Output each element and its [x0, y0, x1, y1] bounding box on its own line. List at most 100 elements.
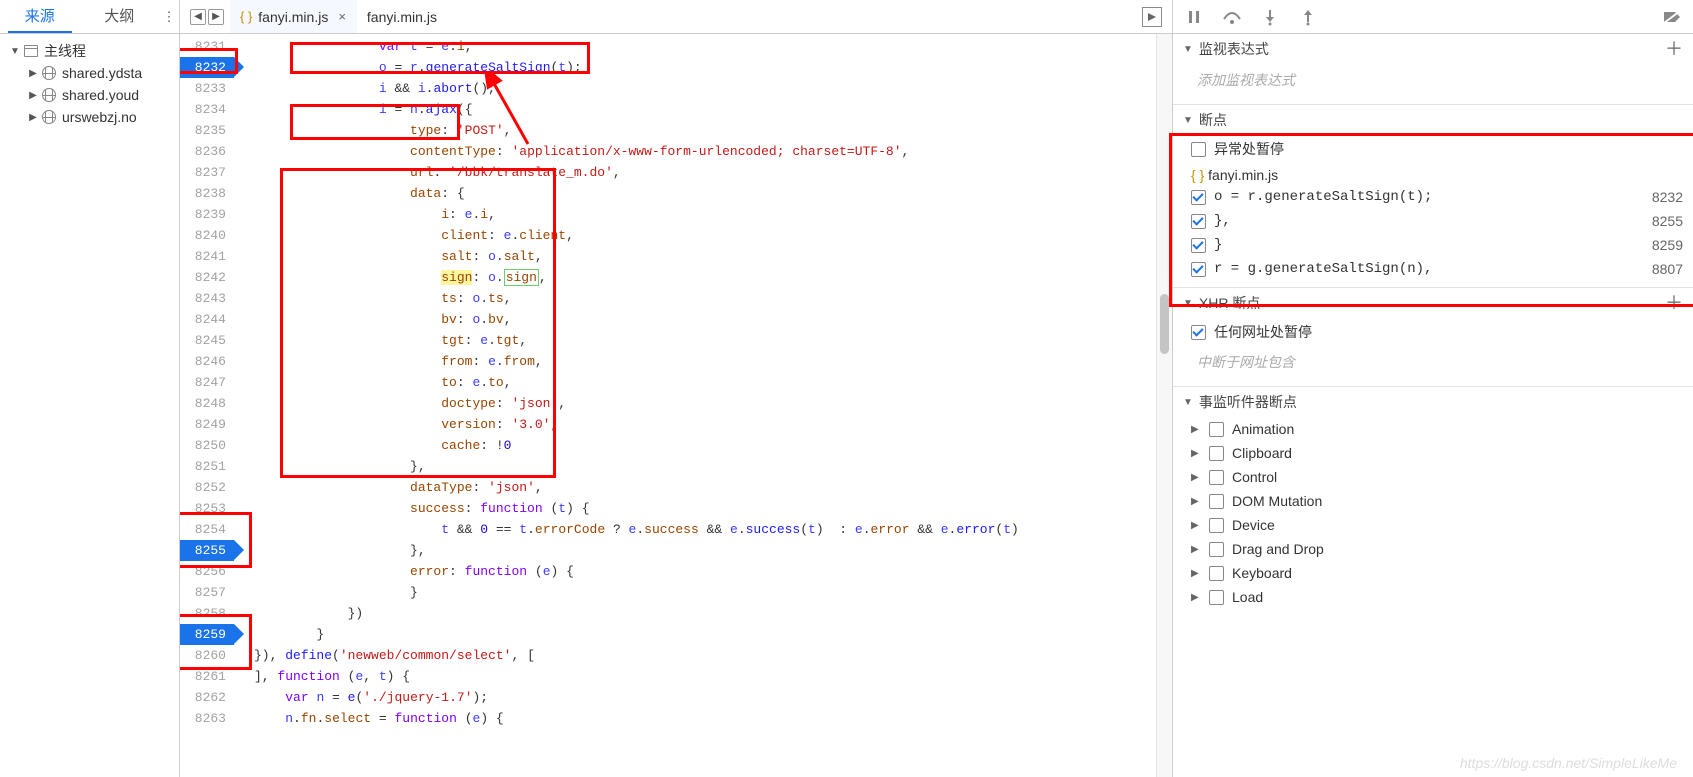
scrollbar-thumb[interactable] — [1160, 294, 1169, 354]
line-number[interactable]: 8246 — [180, 351, 234, 372]
event-category-row[interactable]: ▶Keyboard — [1173, 561, 1693, 585]
code-line[interactable]: url: '/bbk/translate_m.do', — [254, 162, 1172, 183]
event-category-row[interactable]: ▶Drag and Drop — [1173, 537, 1693, 561]
editor-tab-active[interactable]: { } fanyi.min.js × — [230, 0, 357, 33]
code-line[interactable]: contentType: 'application/x-www-form-url… — [254, 141, 1172, 162]
checkbox-icon[interactable] — [1209, 446, 1224, 461]
line-number[interactable]: 8254 — [180, 519, 234, 540]
tree-item-2[interactable]: ▶ urswebzj.no — [4, 106, 175, 128]
event-category-row[interactable]: ▶Load — [1173, 585, 1693, 609]
line-number[interactable]: 8238 — [180, 183, 234, 204]
vertical-scrollbar[interactable] — [1156, 34, 1172, 777]
code-line[interactable]: i = n.ajax({ — [254, 99, 1172, 120]
code-line[interactable]: data: { — [254, 183, 1172, 204]
code-line[interactable]: }, — [254, 456, 1172, 477]
pause-icon[interactable] — [1183, 6, 1205, 28]
tree-item-1[interactable]: ▶ shared.youd — [4, 84, 175, 106]
line-number[interactable]: 8249 — [180, 414, 234, 435]
line-number[interactable]: 8257 — [180, 582, 234, 603]
breakpoint-row[interactable]: o = r.generateSaltSign(t);8232 — [1173, 185, 1693, 209]
event-listener-header[interactable]: ▼ 事监听件器断点 — [1173, 387, 1693, 417]
line-number[interactable]: 8251 — [180, 456, 234, 477]
nav-back-icon[interactable]: ◀ — [190, 9, 206, 25]
checkbox-icon[interactable] — [1209, 566, 1224, 581]
code-line[interactable]: salt: o.salt, — [254, 246, 1172, 267]
checkbox-icon[interactable] — [1209, 494, 1224, 509]
deactivate-breakpoints-icon[interactable] — [1661, 6, 1683, 28]
event-category-row[interactable]: ▶DOM Mutation — [1173, 489, 1693, 513]
line-number[interactable]: 8263 — [180, 708, 234, 729]
code-line[interactable]: client: e.client, — [254, 225, 1172, 246]
code-line[interactable]: to: e.to, — [254, 372, 1172, 393]
checkbox-icon[interactable] — [1191, 238, 1206, 253]
add-xhr-icon[interactable]: ＋ — [1665, 294, 1683, 312]
checkbox-icon[interactable] — [1209, 590, 1224, 605]
code-line[interactable]: } — [254, 582, 1172, 603]
line-number[interactable]: 8248 — [180, 393, 234, 414]
line-number[interactable]: 8262 — [180, 687, 234, 708]
nav-forward-icon[interactable]: ▶ — [208, 9, 224, 25]
line-number[interactable]: 8241 — [180, 246, 234, 267]
more-tabs-icon[interactable]: ⋮ — [159, 0, 179, 33]
code-line[interactable]: var t = e.i, — [254, 36, 1172, 57]
code-line[interactable]: i && i.abort(), — [254, 78, 1172, 99]
code-line[interactable]: ], function (e, t) { — [254, 666, 1172, 687]
code-line[interactable]: }, — [254, 540, 1172, 561]
tab-outline[interactable]: 大纲 — [80, 0, 160, 33]
code-line[interactable]: error: function (e) { — [254, 561, 1172, 582]
code-line[interactable]: tgt: e.tgt, — [254, 330, 1172, 351]
line-number[interactable]: 8235 — [180, 120, 234, 141]
code-line[interactable]: ts: o.ts, — [254, 288, 1172, 309]
line-number[interactable]: 8240 — [180, 225, 234, 246]
code-line[interactable]: cache: !0 — [254, 435, 1172, 456]
line-number[interactable]: 8244 — [180, 309, 234, 330]
line-number[interactable]: 8233 — [180, 78, 234, 99]
line-number[interactable]: 8239 — [180, 204, 234, 225]
line-number[interactable]: 8260 — [180, 645, 234, 666]
code-line[interactable]: dataType: 'json', — [254, 477, 1172, 498]
code-line[interactable]: i: e.i, — [254, 204, 1172, 225]
code-line[interactable]: n.fn.select = function (e) { — [254, 708, 1172, 729]
breakpoint-row[interactable]: },8255 — [1173, 209, 1693, 233]
line-number[interactable]: 8259 — [180, 624, 234, 645]
code-line[interactable]: from: e.from, — [254, 351, 1172, 372]
step-out-icon[interactable] — [1297, 6, 1319, 28]
close-icon[interactable]: × — [334, 9, 346, 24]
checkbox-icon[interactable] — [1191, 190, 1206, 205]
checkbox-icon[interactable] — [1191, 262, 1206, 277]
line-number[interactable]: 8243 — [180, 288, 234, 309]
line-number[interactable]: 8242 — [180, 267, 234, 288]
checkbox-icon[interactable] — [1191, 325, 1206, 340]
code-line[interactable]: }) — [254, 603, 1172, 624]
code-line[interactable]: version: '3.0', — [254, 414, 1172, 435]
line-number[interactable]: 8252 — [180, 477, 234, 498]
xhr-any-url-row[interactable]: 任何网址处暂停 — [1173, 318, 1693, 346]
checkbox-icon[interactable] — [1209, 518, 1224, 533]
pause-on-exceptions-row[interactable]: 异常处暂停 — [1173, 135, 1693, 163]
code-line[interactable]: sign: o.sign, — [254, 267, 1172, 288]
code-line[interactable]: success: function (t) { — [254, 498, 1172, 519]
run-snippet-icon[interactable] — [1142, 7, 1162, 27]
code-line[interactable]: } — [254, 624, 1172, 645]
tree-root-main-thread[interactable]: ▼ 主线程 — [4, 40, 175, 62]
checkbox-icon[interactable] — [1209, 422, 1224, 437]
code-area[interactable]: var t = e.i, o = r.generateSaltSign(t); … — [234, 34, 1172, 777]
breakpoint-row[interactable]: r = g.generateSaltSign(n),8807 — [1173, 257, 1693, 281]
event-category-row[interactable]: ▶Animation — [1173, 417, 1693, 441]
checkbox-icon[interactable] — [1191, 214, 1206, 229]
line-number[interactable]: 8234 — [180, 99, 234, 120]
step-over-icon[interactable] — [1221, 6, 1243, 28]
watch-placeholder[interactable]: 添加监视表达式 — [1173, 64, 1693, 98]
line-number[interactable]: 8232 — [180, 57, 234, 78]
code-line[interactable]: t && 0 == t.errorCode ? e.success && e.s… — [254, 519, 1172, 540]
line-number[interactable]: 8261 — [180, 666, 234, 687]
tree-item-0[interactable]: ▶ shared.ydsta — [4, 62, 175, 84]
code-line[interactable]: var n = e('./jquery-1.7'); — [254, 687, 1172, 708]
editor-tab-inactive[interactable]: fanyi.min.js — [357, 0, 448, 33]
watch-header[interactable]: ▼ 监视表达式 ＋ — [1173, 34, 1693, 64]
code-editor[interactable]: 8231823282338234823582368237823882398240… — [180, 34, 1172, 777]
line-number[interactable]: 8245 — [180, 330, 234, 351]
event-category-row[interactable]: ▶Control — [1173, 465, 1693, 489]
line-number[interactable]: 8253 — [180, 498, 234, 519]
step-into-icon[interactable] — [1259, 6, 1281, 28]
